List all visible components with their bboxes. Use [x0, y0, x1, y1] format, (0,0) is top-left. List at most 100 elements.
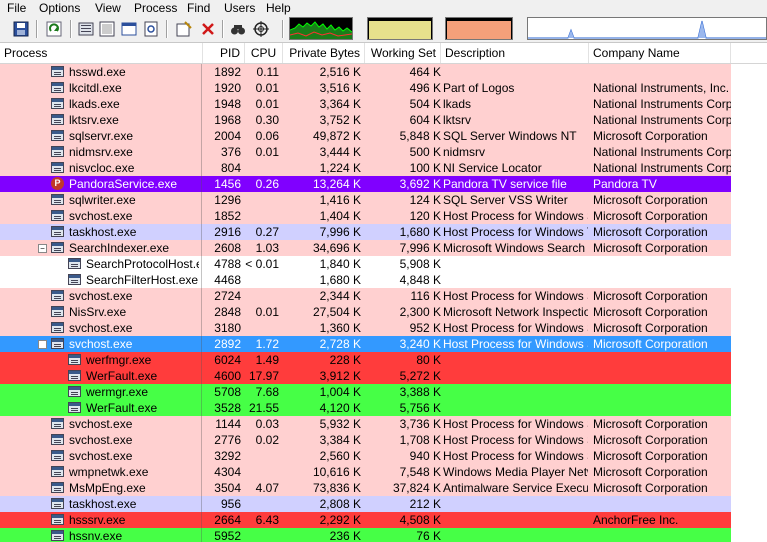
find-icon[interactable]	[229, 20, 247, 38]
process-cpu: 0.01	[255, 97, 279, 111]
process-pid: 3528	[214, 401, 241, 415]
process-row[interactable]: MsMpEng.exe 3504 4.07 73,836 K 37,824 K Antim…	[0, 480, 731, 496]
process-row[interactable]: taskhost.exe 2916 0.27 7,996 K 1,680 K Host P…	[0, 224, 731, 240]
menu-find[interactable]: Find	[187, 1, 210, 15]
process-row[interactable]: − svchost.exe 2892 1.72 2,728 K 3,240 K Host P…	[0, 336, 731, 352]
column-private-bytes[interactable]: Private Bytes	[283, 43, 365, 63]
toolbar-separator	[282, 20, 284, 38]
process-row[interactable]: hsswd.exe 1892 0.11 2,516 K 464 K	[0, 64, 731, 80]
collapse-toggle-icon[interactable]: −	[38, 244, 47, 253]
process-row[interactable]: lktsrv.exe 1968 0.30 3,752 K 604 Klktsrv Nati…	[0, 112, 731, 128]
process-company: Pandora TV	[593, 177, 657, 191]
process-pid: 1144	[215, 417, 241, 431]
process-icon	[51, 306, 64, 317]
process-row[interactable]: wermgr.exe 5708 7.68 1,004 K 3,388 K	[0, 384, 731, 400]
process-row[interactable]: taskhost.exe 956 2,808 K 212 K	[0, 496, 731, 512]
column-process[interactable]: Process	[0, 43, 203, 63]
process-row[interactable]: svchost.exe 2776 0.02 3,384 K 1,708 K Host Pr…	[0, 432, 731, 448]
process-working-set: 80 K	[416, 353, 441, 367]
properties-icon[interactable]	[142, 20, 160, 38]
process-cpu	[245, 496, 279, 512]
process-icon	[51, 114, 64, 125]
process-row[interactable]: SearchProtocolHost.e... 4788 < 0.01 1,840 K…	[0, 256, 731, 272]
commit-memory-graph[interactable]	[367, 17, 433, 40]
process-row[interactable]: svchost.exe 1144 0.03 5,932 K 3,736 K Host Pr…	[0, 416, 731, 432]
process-row[interactable]: sqlservr.exe 2004 0.06 49,872 K 5,848 K SQL S…	[0, 128, 731, 144]
process-cpu: 0.06	[255, 129, 279, 143]
process-row[interactable]: sqlwriter.exe 1296 1,416 K 124 K SQL Server …	[0, 192, 731, 208]
process-tree: hsswd.exe 1892 0.11 2,516 K 464 Klkcitdl.exe…	[0, 64, 767, 542]
menu-process[interactable]: Process	[134, 1, 177, 15]
process-cpu	[245, 272, 279, 288]
column-working-set[interactable]: Working Set	[365, 43, 441, 63]
process-row[interactable]: NisSrv.exe 2848 0.01 27,504 K 2,300 K Microso…	[0, 304, 731, 320]
column-pid[interactable]: PID	[203, 43, 245, 63]
process-company: Microsoft Corporation	[593, 321, 708, 335]
column-cpu[interactable]: CPU	[245, 43, 283, 63]
process-company: Microsoft Corporation	[593, 417, 708, 431]
process-company: Microsoft Corporation	[593, 129, 708, 143]
cpu-usage-graph[interactable]	[289, 17, 353, 40]
process-row[interactable]: werfmgr.exe 6024 1.49 228 K 80 K	[0, 352, 731, 368]
process-working-set: 4,508 K	[399, 513, 441, 527]
process-row[interactable]: lkcitdl.exe 1920 0.01 3,516 K 496 K Part of L…	[0, 80, 731, 96]
process-row[interactable]: WerFault.exe 3528 21.55 4,120 K 5,756 K	[0, 400, 731, 416]
process-private-bytes: 1,360 K	[319, 321, 361, 335]
process-private-bytes: 228 K	[329, 353, 361, 367]
menu-view[interactable]: View	[95, 1, 121, 15]
target-icon[interactable]	[252, 20, 270, 38]
menu-options[interactable]: Options	[39, 1, 80, 15]
process-name: sqlservr.exe	[69, 129, 134, 143]
process-icon	[51, 66, 64, 77]
process-row[interactable]: P PandoraService.exe 1456 0.26 13,264 K 3,692…	[0, 176, 731, 192]
process-row[interactable]: nidmsrv.exe 376 0.01 3,444 K 500 Knidmsrv Nat…	[0, 144, 731, 160]
collapse-toggle-icon[interactable]: −	[38, 340, 47, 349]
system-info-icon[interactable]	[77, 20, 95, 38]
process-working-set: 952 K	[409, 321, 441, 335]
column-company-name[interactable]: Company Name	[589, 43, 731, 63]
process-company: National Instruments Corpo...	[593, 145, 731, 159]
process-row[interactable]: hsssrv.exe 2664 6.43 2,292 K 4,508 K AnchorFr…	[0, 512, 731, 528]
kill-process-icon[interactable]	[199, 20, 217, 38]
process-company: Microsoft Corporation	[593, 305, 708, 319]
process-row[interactable]: svchost.exe 2724 2,344 K 116 K Host Process …	[0, 288, 731, 304]
process-company	[593, 400, 731, 416]
process-row[interactable]: nisvcloc.exe 804 1,224 K 100 K NI Service Lo…	[0, 160, 731, 176]
process-description: Microsoft Network Inspectio...	[443, 305, 588, 319]
show-handles-icon[interactable]	[175, 20, 193, 38]
physical-memory-graph[interactable]	[445, 17, 513, 40]
process-cpu: 21.55	[248, 401, 279, 415]
process-row[interactable]: svchost.exe 1852 1,404 K 120 K Host Process …	[0, 208, 731, 224]
process-row[interactable]: wmpnetwk.exe 4304 10,616 K 7,548 K Windows M…	[0, 464, 731, 480]
process-cpu: 4.07	[255, 481, 279, 495]
menu-file[interactable]: File	[7, 1, 26, 15]
process-row[interactable]: hssnv.exe 5952 236 K 76 K	[0, 528, 731, 542]
process-row[interactable]: svchost.exe 3292 2,560 K 940 K Host Process …	[0, 448, 731, 464]
save-icon[interactable]	[12, 20, 30, 38]
process-row[interactable]: svchost.exe 3180 1,360 K 952 K Host Process …	[0, 320, 731, 336]
toolbar-separator	[36, 20, 38, 38]
process-private-bytes: 13,264 K	[312, 177, 361, 191]
process-icon	[51, 82, 64, 93]
process-row[interactable]: lkads.exe 1948 0.01 3,364 K 504 Klkads Nation…	[0, 96, 731, 112]
refresh-icon[interactable]	[45, 20, 63, 38]
process-name: lktsrv.exe	[69, 113, 119, 127]
menu-help[interactable]: Help	[266, 1, 291, 15]
io-bytes-graph[interactable]	[527, 17, 767, 40]
process-working-set: 100 K	[409, 161, 441, 175]
process-company	[593, 272, 731, 288]
window-icon[interactable]	[120, 20, 138, 38]
cpu-graph-icon[interactable]	[98, 20, 116, 38]
column-description[interactable]: Description	[441, 43, 589, 63]
process-name: hssnv.exe	[69, 529, 123, 542]
process-row[interactable]: SearchFilterHost.exe 4468 1,680 K 4,848 K	[0, 272, 731, 288]
column-divider	[201, 112, 202, 128]
process-company: National Instruments Corpo...	[593, 97, 731, 111]
process-company: National Instruments Corpo...	[593, 113, 731, 127]
process-row[interactable]: − SearchIndexer.exe 2608 1.03 34,696 K 7,996 …	[0, 240, 731, 256]
process-row[interactable]: WerFault.exe 4600 17.97 3,912 K 5,272 K	[0, 368, 731, 384]
process-working-set: 5,908 K	[399, 257, 441, 271]
menu-users[interactable]: Users	[224, 1, 255, 15]
process-icon	[51, 530, 64, 541]
process-pid: 2724	[214, 289, 241, 303]
